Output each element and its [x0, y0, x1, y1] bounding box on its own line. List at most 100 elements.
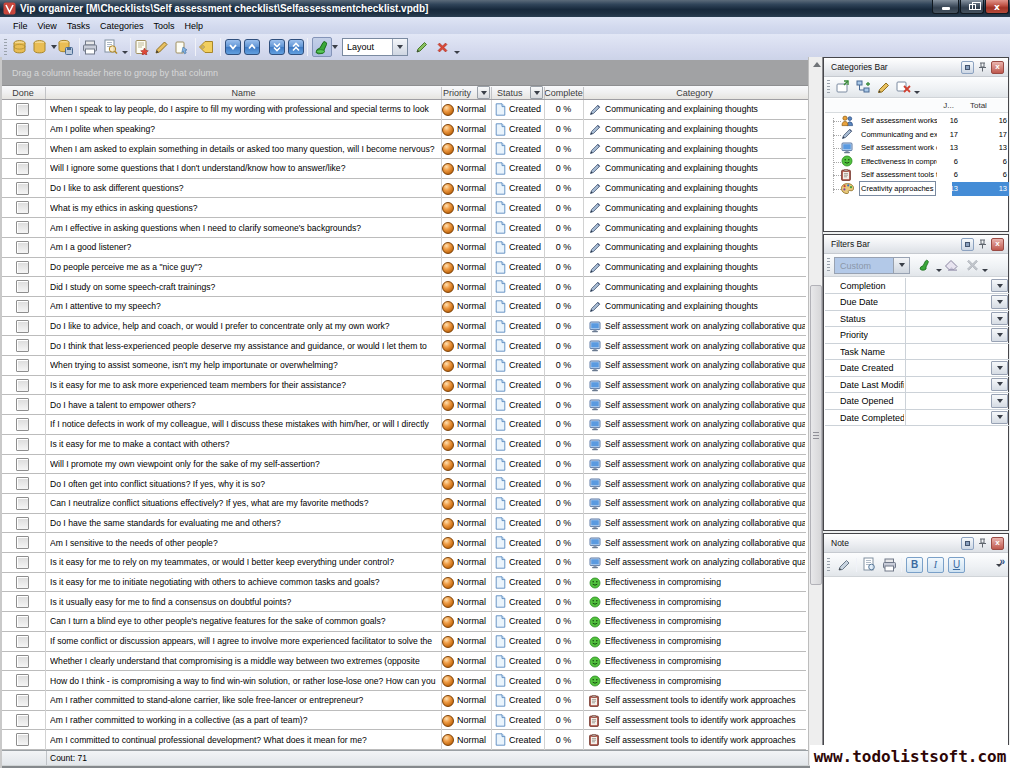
menu-view[interactable]: View: [33, 19, 62, 33]
table-row[interactable]: Do I have a talent to empower others?Nor…: [0, 395, 806, 415]
done-checkbox[interactable]: [16, 458, 29, 471]
category-item[interactable]: Self assessment worksho1616: [825, 114, 1009, 128]
column-header-name[interactable]: Name: [46, 86, 441, 99]
note-close-button[interactable]: x: [991, 537, 1004, 550]
new-task-icon[interactable]: [133, 38, 149, 56]
done-checkbox[interactable]: [16, 339, 29, 352]
bold-button[interactable]: B: [906, 557, 923, 573]
table-row[interactable]: Do I think that less-experienced people …: [0, 336, 806, 356]
table-row[interactable]: Do I like to ask different questions?Nor…: [0, 179, 806, 199]
table-row[interactable]: When I am asked to explain something in …: [0, 139, 806, 159]
done-checkbox[interactable]: [16, 359, 29, 372]
menu-categories[interactable]: Categories: [95, 19, 149, 33]
move-down-button[interactable]: [225, 39, 241, 55]
table-row[interactable]: If some conflict or discussion appears, …: [0, 632, 806, 652]
table-row[interactable]: Am I rather committed to working in a co…: [0, 711, 806, 731]
edit-task-icon[interactable]: [153, 38, 169, 56]
table-row[interactable]: Am I polite when speaking?NormalCreated0…: [0, 120, 806, 140]
categories-toolbar-overflow[interactable]: [914, 78, 920, 96]
print-preview-dropdown[interactable]: [122, 38, 128, 56]
filters-close-button[interactable]: x: [991, 238, 1004, 251]
done-checkbox[interactable]: [16, 201, 29, 214]
move-up-button[interactable]: [244, 39, 260, 55]
table-row[interactable]: Am I effective in asking questions when …: [0, 218, 806, 238]
categories-pin-button[interactable]: [976, 61, 989, 74]
underline-button[interactable]: U: [948, 557, 965, 573]
menu-tools[interactable]: Tools: [148, 19, 179, 33]
layout-combobox[interactable]: Layout: [342, 38, 408, 56]
table-row[interactable]: Can I turn a blind eye to other people's…: [0, 612, 806, 632]
done-checkbox[interactable]: [16, 221, 29, 234]
done-checkbox[interactable]: [16, 576, 29, 589]
column-header-priority[interactable]: Priority: [443, 86, 471, 99]
tag-icon[interactable]: [198, 38, 214, 56]
table-row[interactable]: Am I rather committed to stand-alone car…: [0, 691, 806, 711]
table-row[interactable]: Is it easy for me to ask more experience…: [0, 376, 806, 396]
table-row[interactable]: When trying to assist someone, isn't my …: [0, 356, 806, 376]
column-header-j[interactable]: J...: [924, 101, 954, 110]
table-row[interactable]: Did I study on some speech-craft trainin…: [0, 277, 806, 297]
new-subcategory-icon[interactable]: [855, 79, 873, 96]
column-header-complete[interactable]: Complete: [544, 86, 583, 99]
category-item[interactable]: Communicating and expl1717: [825, 128, 1009, 142]
table-row[interactable]: Is it easy for me to make a contact with…: [0, 435, 806, 455]
done-checkbox[interactable]: [16, 733, 29, 746]
filter-preset-combobox[interactable]: Custom: [834, 257, 910, 274]
clear-filter-icon[interactable]: [943, 257, 961, 274]
filters-restore-button[interactable]: [961, 238, 974, 251]
print-preview-icon[interactable]: [102, 38, 118, 56]
group-by-bar[interactable]: Drag a column header here to group by th…: [0, 60, 808, 86]
categories-close-button[interactable]: x: [991, 61, 1004, 74]
table-row[interactable]: Whether I clearly understand that compro…: [0, 652, 806, 672]
done-checkbox[interactable]: [16, 241, 29, 254]
done-checkbox[interactable]: [16, 320, 29, 333]
done-checkbox[interactable]: [16, 536, 29, 549]
new-database-icon[interactable]: [11, 38, 27, 56]
done-checkbox[interactable]: [16, 694, 29, 707]
delete-task-icon[interactable]: [173, 38, 189, 56]
table-row[interactable]: Is it usually easy for me to find a cons…: [0, 592, 806, 612]
done-checkbox[interactable]: [16, 261, 29, 274]
scrollbar-thumb[interactable]: [810, 285, 822, 585]
edit-note-icon[interactable]: [835, 556, 853, 573]
note-print-icon[interactable]: [880, 556, 898, 573]
done-checkbox[interactable]: [16, 477, 29, 490]
menu-help[interactable]: Help: [179, 19, 208, 33]
filter-value-dropdown[interactable]: [991, 411, 1008, 424]
filter-value-dropdown[interactable]: [991, 312, 1008, 325]
category-item[interactable]: Self assessment tools to66: [825, 168, 1009, 182]
category-item[interactable]: Self assessment work or1313: [825, 141, 1009, 155]
move-top-button[interactable]: [288, 39, 304, 55]
column-header-total[interactable]: Total: [970, 101, 1009, 110]
remove-filter-icon[interactable]: [963, 257, 981, 274]
table-row[interactable]: If I notice defects in work of my collea…: [0, 415, 806, 435]
italic-button[interactable]: I: [927, 557, 944, 573]
close-button[interactable]: x: [985, 0, 1009, 14]
table-row[interactable]: Can I neutralize conflict situations eff…: [0, 494, 806, 514]
done-checkbox[interactable]: [16, 655, 29, 668]
edit-category-icon[interactable]: [875, 79, 893, 96]
table-row[interactable]: Am I attentive to my speech?NormalCreate…: [0, 297, 806, 317]
filter-value-dropdown[interactable]: [991, 361, 1008, 374]
done-checkbox[interactable]: [16, 280, 29, 293]
apply-filter-icon[interactable]: [917, 257, 935, 274]
table-row[interactable]: Do I often get into conflict situations?…: [0, 474, 806, 494]
done-checkbox[interactable]: [16, 182, 29, 195]
filter-dropdown[interactable]: [332, 38, 338, 56]
table-row[interactable]: Is it easy for me to initiate negotiatin…: [0, 573, 806, 593]
done-checkbox[interactable]: [16, 595, 29, 608]
table-row[interactable]: How do I think - is compromising a way t…: [0, 671, 806, 691]
done-checkbox[interactable]: [16, 556, 29, 569]
table-row[interactable]: Will I promote my own viewpoint only for…: [0, 455, 806, 475]
done-checkbox[interactable]: [16, 418, 29, 431]
open-database-icon[interactable]: [31, 38, 47, 56]
table-row[interactable]: Do people perceive me as a "nice guy"?No…: [0, 258, 806, 278]
filter-value-dropdown[interactable]: [991, 328, 1008, 341]
table-row[interactable]: Am I sensitive to the needs of other peo…: [0, 533, 806, 553]
table-row[interactable]: Do I have the same standards for evaluat…: [0, 514, 806, 534]
filter-preset-arrow[interactable]: [893, 258, 909, 273]
done-checkbox[interactable]: [16, 103, 29, 116]
table-row[interactable]: Do I like to advice, help and coach, or …: [0, 317, 806, 337]
edit-layout-icon[interactable]: [414, 38, 430, 56]
done-checkbox[interactable]: [16, 123, 29, 136]
